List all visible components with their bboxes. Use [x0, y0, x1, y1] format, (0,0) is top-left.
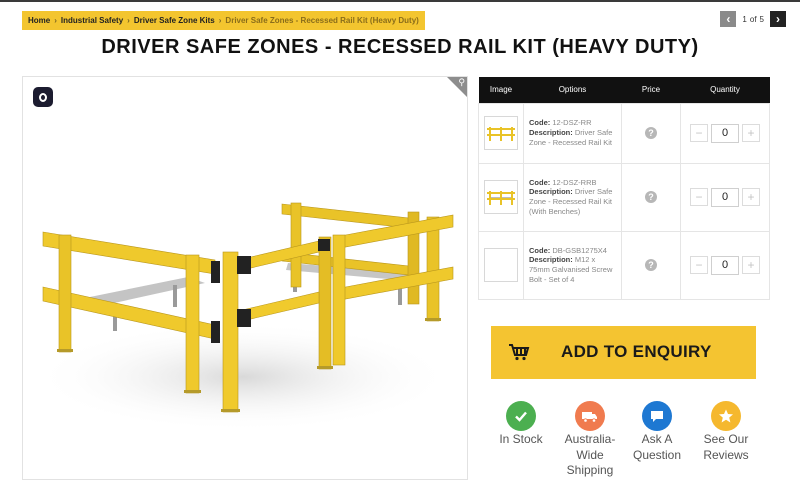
- product-thumbnail[interactable]: [484, 248, 518, 282]
- feature-label: In Stock: [499, 432, 543, 446]
- quantity-stepper: − +: [681, 255, 769, 275]
- row-thumbnail-cell: [478, 162, 524, 232]
- row-options-cell: Code: 12-DSZ-RR Description: Driver Safe…: [523, 102, 622, 164]
- feature-label: Ask A Question: [632, 432, 682, 462]
- top-border: [0, 0, 800, 2]
- pager-current: 1: [742, 14, 747, 24]
- product-pager: ‹ 1 of 5 ›: [720, 11, 786, 27]
- row-price-cell: ?: [621, 102, 681, 164]
- quantity-stepper: − +: [681, 123, 769, 143]
- increase-quantity-button[interactable]: +: [742, 188, 760, 206]
- row-quantity-cell: − +: [680, 162, 770, 232]
- row-price-cell: ?: [621, 162, 681, 232]
- increase-quantity-button[interactable]: +: [742, 256, 760, 274]
- row-quantity-cell: − +: [680, 230, 770, 300]
- next-button[interactable]: ›: [770, 11, 786, 27]
- zoom-icon[interactable]: ⚲: [458, 78, 465, 87]
- price-help-icon[interactable]: ?: [645, 191, 657, 203]
- previous-button[interactable]: ‹: [720, 11, 737, 27]
- rotate-360-icon[interactable]: [33, 87, 53, 107]
- quantity-input[interactable]: [711, 255, 739, 275]
- description-label: Description:: [529, 255, 573, 265]
- increase-quantity-button[interactable]: +: [742, 124, 760, 142]
- chevron-right-icon: ›: [127, 16, 130, 25]
- breadcrumb-home[interactable]: Home: [28, 16, 50, 25]
- breadcrumb-driver-safe-zone-kits[interactable]: Driver Safe Zone Kits: [134, 16, 215, 25]
- feature-label: Australia-Wide Shipping: [564, 432, 616, 477]
- product-image: [33, 202, 454, 432]
- row-options-cell: Code: DB-GSB1275X4 Description: M12 x 75…: [523, 230, 622, 300]
- feature-ask-question[interactable]: Ask A Question: [626, 401, 688, 463]
- header-quantity: Quantity: [680, 77, 770, 103]
- header-image: Image: [478, 77, 524, 103]
- breadcrumb: Home › Industrial Safety › Driver Safe Z…: [22, 11, 425, 30]
- chat-icon: [642, 401, 672, 431]
- description-label: Description:: [529, 128, 573, 138]
- row-options-cell: Code: 12-DSZ-RRB Description: Driver Saf…: [523, 162, 622, 232]
- breadcrumb-industrial-safety[interactable]: Industrial Safety: [61, 16, 123, 25]
- header-price: Price: [621, 77, 681, 103]
- product-thumbnail[interactable]: [484, 116, 518, 150]
- kit-thumbnail-image: [487, 127, 515, 141]
- decrease-quantity-button[interactable]: −: [690, 256, 708, 274]
- truck-icon: [575, 401, 605, 431]
- product-code: 12-DSZ-RR: [552, 118, 592, 128]
- star-icon: [711, 401, 741, 431]
- check-icon: [506, 401, 536, 431]
- cart-icon: [509, 344, 530, 361]
- page-title: DRIVER SAFE ZONES - RECESSED RAIL KIT (H…: [101, 36, 699, 58]
- chevron-left-icon: ‹: [726, 12, 731, 26]
- pager-text: 1 of 5: [740, 15, 766, 24]
- product-image-panel[interactable]: ⚲: [22, 76, 468, 480]
- quantity-input[interactable]: [711, 123, 739, 143]
- chevron-right-icon: ›: [776, 12, 780, 26]
- chevron-right-icon: ›: [218, 16, 222, 25]
- quantity-input[interactable]: [711, 187, 739, 207]
- decrease-quantity-button[interactable]: −: [690, 124, 708, 142]
- feature-reviews[interactable]: See Our Reviews: [695, 401, 757, 463]
- feature-label: See Our Reviews: [703, 432, 749, 462]
- price-help-icon[interactable]: ?: [645, 259, 657, 271]
- product-thumbnail[interactable]: [484, 180, 518, 214]
- add-to-enquiry-label: ADD TO ENQUIRY: [561, 342, 712, 361]
- table-header-row: Image Options Price Quantity: [478, 77, 770, 103]
- product-code: 12-DSZ-RRB: [552, 177, 597, 187]
- description-label: Description:: [529, 187, 573, 197]
- code-label: Code:: [529, 245, 551, 255]
- breadcrumb-current: Driver Safe Zones - Recessed Rail Kit (H…: [225, 16, 419, 25]
- header-options: Options: [523, 77, 622, 103]
- table-row: Code: 12-DSZ-RRB Description: Driver Saf…: [478, 162, 770, 232]
- row-thumbnail-cell: [478, 102, 524, 164]
- code-label: Code:: [529, 177, 551, 187]
- feature-shipping[interactable]: Australia-Wide Shipping: [559, 401, 621, 479]
- decrease-quantity-button[interactable]: −: [690, 188, 708, 206]
- pager-total: 5: [759, 14, 764, 24]
- feature-in-stock[interactable]: In Stock: [490, 401, 552, 448]
- product-options-table: Image Options Price Quantity Code: 12-DS…: [478, 77, 770, 300]
- row-price-cell: ?: [621, 230, 681, 300]
- pager-of: of: [749, 14, 757, 24]
- row-thumbnail-cell: [478, 230, 524, 300]
- add-to-enquiry-button[interactable]: ADD TO ENQUIRY: [491, 326, 756, 379]
- table-row: Code: DB-GSB1275X4 Description: M12 x 75…: [478, 230, 770, 300]
- product-code: DB-GSB1275X4: [552, 245, 607, 255]
- code-label: Code:: [529, 118, 551, 128]
- quantity-stepper: − +: [681, 187, 769, 207]
- chevron-right-icon: ›: [54, 16, 57, 25]
- row-quantity-cell: − +: [680, 102, 770, 164]
- table-row: Code: 12-DSZ-RR Description: Driver Safe…: [478, 102, 770, 164]
- price-help-icon[interactable]: ?: [645, 127, 657, 139]
- kit-with-benches-thumbnail-image: [487, 191, 515, 205]
